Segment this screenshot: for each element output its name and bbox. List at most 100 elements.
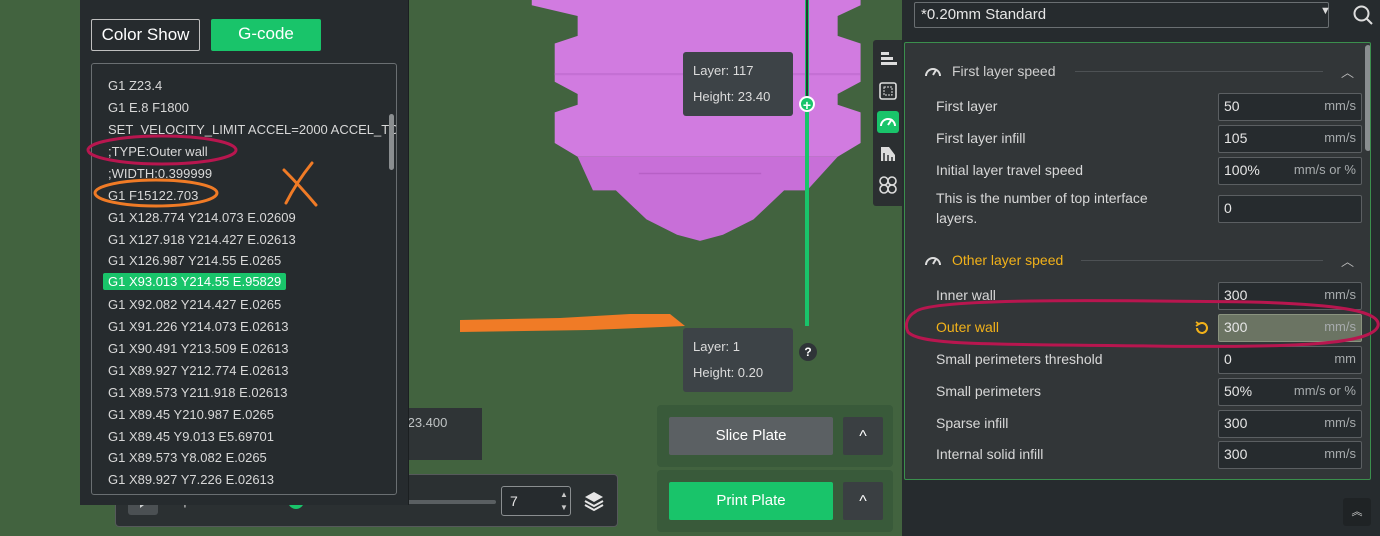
bottom-layer-label: Layer: 1 Height: 0.20 [683,328,793,392]
tab-gcode[interactable]: G-code [211,19,321,51]
setting-label: First layer [936,98,998,114]
speed-gauge-icon [925,68,941,77]
field-unit: mm/s [1324,415,1356,430]
layers-icon[interactable] [877,48,899,70]
setting-label: Initial layer travel speed [936,162,1084,178]
internal-solid-infill-speed-input[interactable]: 300 mm/s [1218,441,1362,469]
field-unit: mm/s [1324,287,1356,302]
gcode-line: G1 F15122.703 [108,188,199,203]
setting-label-modified: Outer wall [936,319,1000,335]
tab-color-show[interactable]: Color Show [91,19,200,51]
layer-slider-top-handle[interactable]: + [799,96,815,112]
search-icon[interactable] [1352,4,1374,26]
layer-slider-upper-track [806,0,808,96]
top-layer-number: Layer: 117 [693,63,754,78]
sparse-infill-speed-input[interactable]: 300 mm/s [1218,410,1362,438]
small-perimeters-speed-input[interactable]: 50% mm/s or % [1218,378,1362,406]
outer-wall-speed-input[interactable]: 300 mm/s [1218,314,1362,342]
layers-toggle-icon[interactable] [583,489,605,513]
gcode-line: G1 X92.082 Y214.427 E.0265 [108,297,282,312]
process-preset-select[interactable]: *0.20mm Standard [914,2,1329,28]
gcode-line: G1 Z23.4 [108,78,163,93]
field-unit: mm/s or % [1293,162,1356,177]
gcode-line: ;WIDTH:0.399999 [108,166,213,181]
gcode-line: G1 E.8 F1800 [108,100,189,115]
section-divider [1081,260,1323,261]
collapse-chevron-icon[interactable]: ︿ [1341,251,1354,270]
field-value: 300 [1224,415,1248,431]
reset-icon[interactable] [1193,319,1211,337]
field-value: 300 [1224,287,1248,303]
field-value: 105 [1224,130,1248,146]
view-toolbar [873,40,903,206]
sliced-model [531,0,861,241]
gcode-line: G1 X89.573 Y211.918 E.02613 [108,385,288,400]
section-divider [1075,71,1323,72]
field-unit: mm/s [1324,446,1356,461]
steps-spinner[interactable]: ▲ ▼ [558,488,570,514]
print-plate-button[interactable]: Print Plate [669,482,833,520]
gcode-line: G1 X89.45 Y9.013 E5.69701 [108,429,275,444]
gcode-line: G1 X90.491 Y213.509 E.02613 [108,341,289,356]
initial-layer-travel-speed-input[interactable]: 100% mm/s or % [1218,157,1362,185]
field-value: 0 [1224,200,1232,216]
top-layer-label: Layer: 117 Height: 23.40 [683,52,793,116]
collapse-chevron-icon[interactable]: ︿ [1341,62,1354,81]
setting-label: Small perimeters threshold [936,351,1103,367]
field-unit: mm/s [1324,319,1356,334]
gcode-line-current: G1 X93.013 Y214.55 E.95829 [103,273,287,290]
speed-gauge-icon [925,257,941,266]
top-interface-layers-input[interactable]: 0 [1218,195,1362,223]
field-value: 0 [1224,351,1232,367]
field-unit: mm/s [1324,130,1356,145]
collapse-panel-button[interactable]: ︽ [1343,498,1371,526]
help-icon[interactable]: ? [799,343,817,361]
spin-up-icon[interactable]: ▲ [558,488,570,501]
spin-down-icon[interactable]: ▼ [558,501,570,514]
double-chevron-up-icon: ︽ [1351,506,1363,518]
gcode-line: G1 X89.927 Y7.226 E.02613 [108,472,275,487]
field-value: 300 [1224,446,1248,462]
inner-wall-speed-input[interactable]: 300 mm/s [1218,282,1362,310]
field-unit: mm [1334,351,1356,366]
support-icon[interactable] [877,143,899,165]
gcode-panel: Color Show G-code G1 Z23.4 G1 E.8 F1800 … [80,0,409,505]
process-settings-panel: *0.20mm Standard ▼ First layer speed ︿ F… [902,0,1380,536]
speed-settings-list[interactable]: First layer speed ︿ First layer 50 mm/s F… [904,42,1371,480]
field-value: 50 [1224,98,1240,114]
gcode-line: G1 X128.774 Y214.073 E.02609 [108,210,296,225]
slice-options-button[interactable]: ^ [843,417,883,455]
gcode-line: G1 X126.987 Y214.55 E.0265 [108,253,282,268]
setting-label: Sparse infill [936,415,1009,431]
setting-label: First layer infill [936,130,1026,146]
speed-gauge-icon[interactable] [877,111,899,133]
first-layer-infill-speed-input[interactable]: 105 mm/s [1218,125,1362,153]
field-unit: mm/s [1324,98,1356,113]
setting-label: Internal solid infill [936,446,1044,462]
bottom-layer-number: Layer: 1 [693,339,740,354]
gcode-line: ;TYPE:Outer wall [108,144,208,159]
setting-label-continued: layers. [936,210,978,226]
gcode-line: G1 X89.573 Y8.082 E.0265 [108,450,267,465]
variable-layer-icon[interactable] [877,174,899,196]
first-layer-speed-input[interactable]: 50 mm/s [1218,93,1362,121]
field-value: 100% [1224,162,1260,178]
settings-scrollbar[interactable] [1365,45,1370,151]
small-perimeters-threshold-input[interactable]: 0 mm [1218,346,1362,374]
setting-label: Inner wall [936,287,996,303]
top-layer-height: Height: 23.40 [693,89,771,104]
select-box-icon[interactable] [877,80,899,102]
chevron-up-icon: ^ [859,493,867,510]
section-title-first-layer-speed: First layer speed [952,63,1056,79]
chevron-down-icon[interactable]: ▼ [1320,5,1331,17]
bottom-layer-height: Height: 0.20 [693,365,764,380]
gcode-scrollbar[interactable] [389,114,394,170]
print-options-button[interactable]: ^ [843,482,883,520]
gcode-list[interactable]: G1 Z23.4 G1 E.8 F1800 SET_VELOCITY_LIMIT… [91,63,397,495]
field-unit: mm/s or % [1293,383,1356,398]
setting-label: Small perimeters [936,383,1042,399]
slice-plate-button[interactable]: Slice Plate [669,417,833,455]
chevron-up-icon: ^ [859,428,867,445]
gcode-line: G1 X89.927 Y212.774 E.02613 [108,363,289,378]
section-title-other-layer-speed: Other layer speed [952,252,1064,268]
